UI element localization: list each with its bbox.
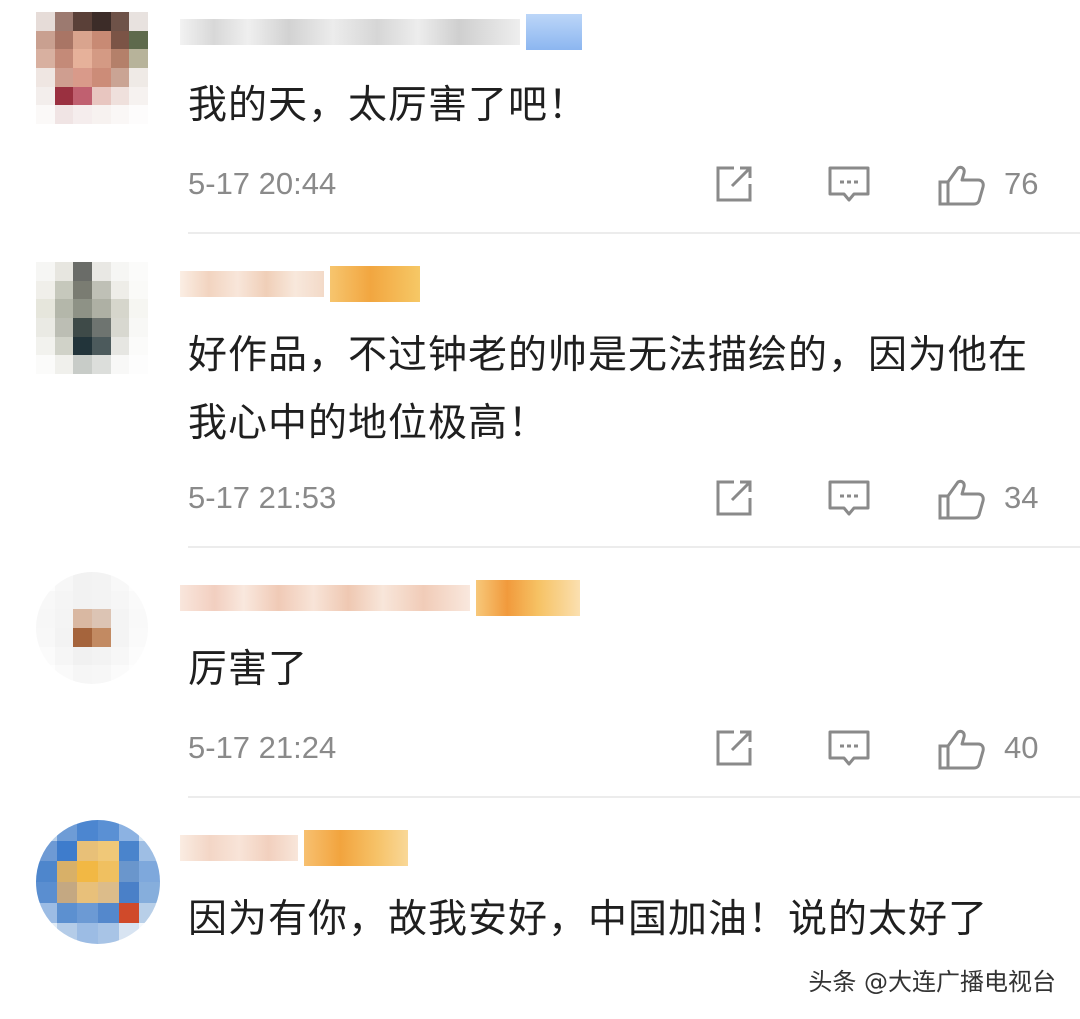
- comment-text: 因为有你，故我安好，中国加油！说的太好了: [188, 897, 989, 942]
- avatar[interactable]: [36, 262, 148, 374]
- comment-icon[interactable]: [826, 728, 872, 768]
- comment-icon[interactable]: [826, 478, 872, 518]
- vip-badge: [304, 830, 408, 866]
- username-blurred[interactable]: [180, 828, 408, 868]
- username-blurred[interactable]: [180, 264, 420, 304]
- comment-item: 厉害了 5-17 21:24 40: [0, 548, 1080, 798]
- like-count: 76: [1004, 166, 1039, 201]
- watermark: 头条 @大连广播电视台: [808, 968, 1056, 996]
- username-blurred[interactable]: [180, 12, 582, 52]
- vip-badge: [476, 580, 580, 616]
- username-blurred[interactable]: [180, 578, 580, 618]
- thumbs-up-icon[interactable]: [936, 164, 986, 206]
- thumbs-up-icon[interactable]: [936, 728, 986, 770]
- comment-time: 5-17 20:44: [188, 166, 337, 201]
- thumbs-up-icon[interactable]: [936, 478, 986, 520]
- share-icon[interactable]: [712, 478, 756, 518]
- comment-time: 5-17 21:53: [188, 480, 337, 515]
- avatar[interactable]: [36, 12, 148, 124]
- vip-badge: [526, 14, 582, 50]
- like-count: 40: [1004, 730, 1039, 765]
- comment-meta: 5-17 21:53 34: [0, 478, 1080, 520]
- comment-time: 5-17 21:24: [188, 730, 337, 765]
- comment-text: 好作品，不过钟老的帅是无法描绘的，因为他在我心中的地位极高！: [188, 333, 1029, 446]
- avatar[interactable]: [36, 820, 160, 944]
- comment-item: 我的天，太厉害了吧！ 5-17 20:44 76: [0, 0, 1080, 232]
- share-icon[interactable]: [712, 728, 756, 768]
- comment-text: 我的天，太厉害了吧！: [188, 83, 589, 128]
- comment-item: 好作品，不过钟老的帅是无法描绘的，因为他在我心中的地位极高！ 5-17 21:5…: [0, 234, 1080, 548]
- comment-meta: 5-17 20:44 76: [0, 164, 1080, 206]
- comment-icon[interactable]: [826, 164, 872, 204]
- comment-text: 厉害了: [188, 647, 309, 692]
- share-icon[interactable]: [712, 164, 756, 204]
- comment-meta: 5-17 21:24 40: [0, 728, 1080, 770]
- vip-badge: [330, 266, 420, 302]
- avatar[interactable]: [36, 572, 148, 684]
- like-count: 34: [1004, 480, 1039, 515]
